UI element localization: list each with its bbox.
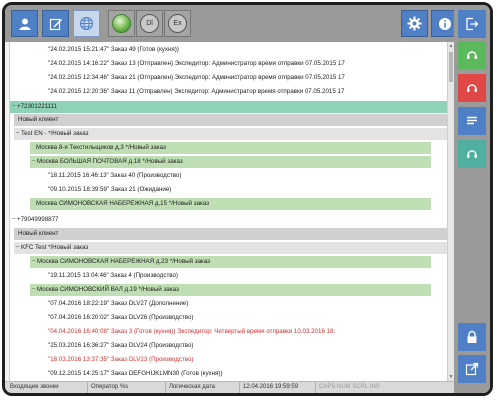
client-phone: +72301221111 <box>17 103 58 110</box>
order-row[interactable]: "19.11.2015 13:04:46" Заказ 4 (Производс… <box>48 270 178 282</box>
logout-button[interactable] <box>458 10 486 38</box>
scroll-thumb[interactable] <box>449 52 453 82</box>
red-call-button[interactable] <box>458 74 486 102</box>
order-row[interactable]: "09.12.2015 14:25:17" Заказ DEFGHIJKLMN3… <box>48 368 223 380</box>
address-row[interactable]: Москва 8-я Текстильщиков д.3 */Новый зак… <box>30 142 431 154</box>
right-sidebar <box>454 5 490 393</box>
address-row[interactable]: −Москва БОЛЬШАЯ ПОЧТОВАЯ д.18 */Новый за… <box>30 156 431 168</box>
order-row[interactable]: "25.03.2016 16:36:27" Заказ DLV24 (Произ… <box>48 340 193 352</box>
gear-icon <box>407 16 422 31</box>
status-bar: Входящие звонки Оператор %s Логическая д… <box>5 381 454 393</box>
green-call-button[interactable] <box>458 41 486 69</box>
order-row[interactable]: "24.02.2015 15:21:47" Заказ 49 (Готов (к… <box>48 44 179 56</box>
user-icon <box>19 18 30 30</box>
collapse-toggle-icon[interactable]: − <box>30 156 37 168</box>
company-row[interactable]: −KFC Test */Новый заказ <box>14 242 451 254</box>
dl-badge-icon: Dl <box>140 14 159 33</box>
lock-icon <box>467 330 477 343</box>
order-row[interactable]: "07.04.2016 18:22:19" Заказ DLV27 (Допол… <box>48 298 188 310</box>
top-toolbar: Dl Ex <box>5 5 460 42</box>
incoming-calls-label[interactable]: Входящие звонки <box>7 382 85 393</box>
green-status-button[interactable] <box>108 10 135 37</box>
vertical-scrollbar[interactable]: ▲ ▼ <box>447 42 454 381</box>
order-row[interactable]: "07.04.2016 16:20:02" Заказ DLV26 (Произ… <box>48 312 193 324</box>
globe-button[interactable] <box>73 10 100 37</box>
user-button[interactable] <box>11 10 38 37</box>
client-status-row[interactable]: Новый клиент <box>14 228 451 240</box>
order-row-alert[interactable]: "18.03.2016 13:37:35" Заказ DLV23 (Произ… <box>48 354 193 366</box>
company-row[interactable]: −Test EN - */Новый заказ <box>14 128 451 140</box>
client-row[interactable]: −+79049998877 <box>10 214 58 226</box>
ex-badge-icon: Ex <box>168 14 187 33</box>
teal-call-button[interactable] <box>458 140 486 168</box>
collapse-toggle-icon[interactable]: − <box>30 256 37 268</box>
headset-icon <box>467 51 477 59</box>
dl-button[interactable]: Dl <box>136 10 163 37</box>
app-window: Dl Ex "24.02.2015 15:21:47" Заказ 49 (Го… <box>2 2 493 396</box>
order-row[interactable]: "24.02.2015 12:34:46" Заказ 21 (Отправле… <box>48 72 345 84</box>
collapse-toggle-icon[interactable]: − <box>10 101 17 113</box>
scroll-down-icon[interactable]: ▼ <box>448 373 454 381</box>
keyboard-indicators: CAPS NUM SCRL INS <box>315 382 453 393</box>
scroll-up-icon[interactable]: ▲ <box>448 42 454 50</box>
headset-icon <box>467 150 477 158</box>
compose-button[interactable] <box>458 355 486 383</box>
client-phone: +79049998877 <box>17 216 59 223</box>
settings-button[interactable] <box>401 10 428 37</box>
order-row[interactable]: "18.11.2015 16:46:13" Заказ 40 (Производ… <box>48 170 181 182</box>
order-row[interactable]: "09.10.2015 18:39:59" Заказ 21 (Ожидание… <box>48 184 171 196</box>
orders-tree: "24.02.2015 15:21:47" Заказ 49 (Готов (к… <box>9 42 454 381</box>
globe-icon <box>79 16 94 31</box>
client-status-row[interactable]: Новый клиент <box>14 114 451 126</box>
collapse-toggle-icon[interactable]: − <box>14 128 21 140</box>
address-row[interactable]: −Москва СИМОНОВСКИЙ ВАЛ д.19 */Новый зак… <box>30 284 431 296</box>
edit-button[interactable] <box>42 10 69 37</box>
edit-icon <box>49 18 62 30</box>
order-row-alert[interactable]: "04.04.2016 16:40:08" Заказ 3 (Готов (ку… <box>48 326 335 338</box>
collapse-toggle-icon[interactable]: − <box>30 284 37 296</box>
green-circle-icon <box>112 14 131 33</box>
ex-button[interactable]: Ex <box>164 10 191 37</box>
operator-label: Оператор %s <box>87 382 165 393</box>
collapse-toggle-icon[interactable]: − <box>14 242 21 254</box>
list-button[interactable] <box>458 107 486 135</box>
client-row[interactable]: −+72301221111 <box>10 101 451 113</box>
collapse-toggle-icon[interactable]: − <box>10 214 17 226</box>
compose-icon <box>465 362 479 376</box>
info-icon <box>438 17 451 30</box>
address-row[interactable]: −Москва СИМОНОВСКАЯ НАБЕРЕЖНАЯ д.23 */Но… <box>30 256 431 268</box>
logic-date-label: Логическая дата <box>165 382 237 393</box>
order-row[interactable]: "24.02.2015 12:20:36" Заказ 11 (Отправле… <box>48 86 344 98</box>
lock-button[interactable] <box>458 323 486 351</box>
address-row[interactable]: Москва СИМОНОВСКАЯ НАБЕРЕЖНАЯ д.15 */Нов… <box>30 198 431 210</box>
datetime-value: 12.04.2016 19:59:59 <box>239 382 315 393</box>
exit-icon <box>466 17 479 31</box>
headset-icon <box>467 84 477 92</box>
list-icon <box>467 116 477 125</box>
order-row[interactable]: "24.02.2015 14:16:22" Заказ 13 (Отправле… <box>48 58 345 70</box>
